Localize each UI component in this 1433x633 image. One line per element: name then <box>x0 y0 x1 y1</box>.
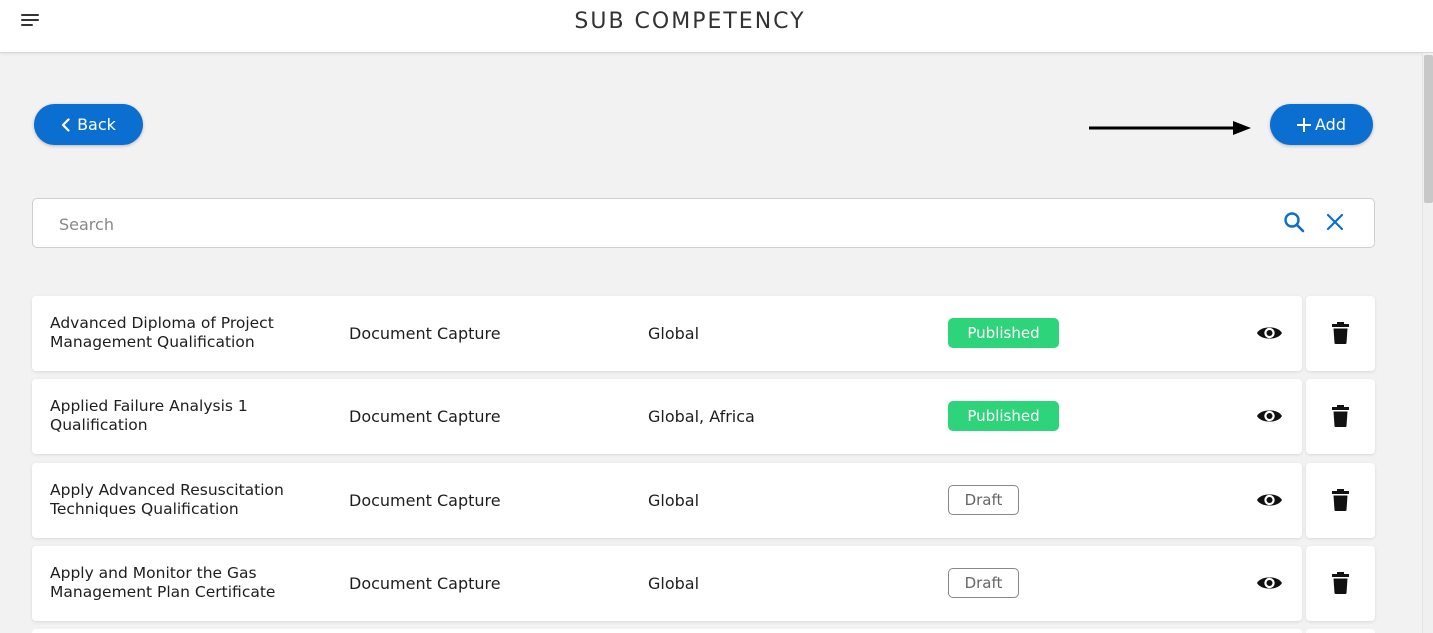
delete-button[interactable] <box>1306 463 1375 538</box>
add-button-label: Add <box>1315 115 1346 134</box>
page-scrollbar[interactable] <box>1422 53 1433 633</box>
page-title: SUB COMPETENCY <box>574 9 806 34</box>
list-item: Apply and Monitor the Gas Management Pla… <box>32 546 1302 621</box>
list-item: Advanced Diploma of Project Management Q… <box>32 296 1302 371</box>
item-region: Global, Africa <box>648 407 755 426</box>
delete-button-partial <box>1306 629 1375 633</box>
item-name: Applied Failure Analysis 1 Qualification <box>50 397 248 434</box>
chevron-left-icon <box>61 117 70 132</box>
delete-button[interactable] <box>1306 379 1375 454</box>
search-icon[interactable] <box>1283 211 1305 233</box>
list-item-partial <box>32 629 1302 633</box>
eye-icon[interactable] <box>1256 490 1283 510</box>
item-region: Global <box>648 491 700 510</box>
list-item: Applied Failure Analysis 1 Qualification… <box>32 379 1302 454</box>
item-type: Document Capture <box>349 324 501 343</box>
search-input[interactable] <box>59 211 1239 237</box>
item-type: Document Capture <box>349 574 501 593</box>
back-button[interactable]: Back <box>34 104 143 145</box>
status-badge: Published <box>948 318 1059 348</box>
delete-button[interactable] <box>1306 296 1375 371</box>
trash-icon <box>1332 489 1349 511</box>
delete-button[interactable] <box>1306 546 1375 621</box>
top-bar: SUB COMPETENCY <box>0 0 1433 53</box>
item-region: Global <box>648 574 700 593</box>
add-button[interactable]: Add <box>1270 104 1373 145</box>
list-item: Apply Advanced Resuscitation Techniques … <box>32 463 1302 538</box>
search-bar <box>32 198 1375 248</box>
item-name: Apply and Monitor the Gas Management Pla… <box>50 564 276 601</box>
scrollbar-thumb[interactable] <box>1424 55 1433 203</box>
item-type: Document Capture <box>349 407 501 426</box>
close-icon[interactable] <box>1325 212 1345 232</box>
eye-icon[interactable] <box>1256 573 1283 593</box>
status-badge: Draft <box>948 485 1019 515</box>
back-button-label: Back <box>77 115 116 134</box>
trash-icon <box>1332 322 1349 344</box>
top-right-panel <box>1326 0 1426 41</box>
trash-icon <box>1332 572 1349 594</box>
item-type: Document Capture <box>349 491 501 510</box>
status-badge: Draft <box>948 568 1019 598</box>
eye-icon[interactable] <box>1256 323 1283 343</box>
status-badge: Published <box>948 401 1059 431</box>
eye-icon[interactable] <box>1256 406 1283 426</box>
item-name: Apply Advanced Resuscitation Techniques … <box>50 481 284 518</box>
plus-icon <box>1297 117 1311 132</box>
trash-icon <box>1332 405 1349 427</box>
arrow-pointer-icon <box>1089 121 1251 135</box>
item-name: Advanced Diploma of Project Management Q… <box>50 314 274 351</box>
item-region: Global <box>648 324 700 343</box>
